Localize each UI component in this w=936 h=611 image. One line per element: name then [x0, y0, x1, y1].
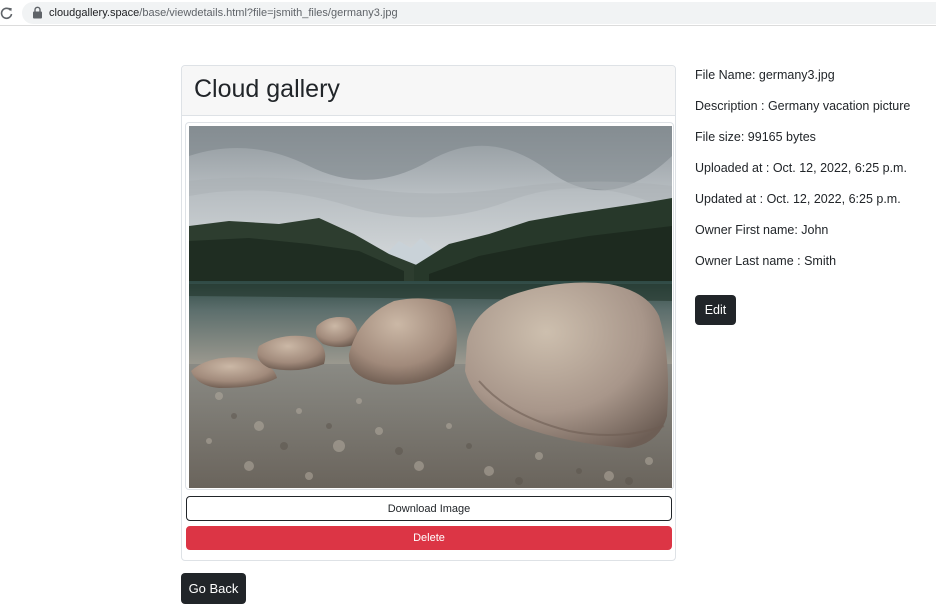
url-field[interactable]: cloudgallery.space/base/viewdetails.html…: [22, 2, 936, 24]
image-card: Cloud gallery Download Image Delete: [181, 65, 676, 561]
owner-first-name-text: Owner First name: John: [695, 223, 829, 237]
edit-button[interactable]: Edit: [695, 295, 736, 325]
reload-icon[interactable]: [0, 4, 14, 22]
card-header: Cloud gallery: [182, 66, 675, 116]
file-size-text: File size: 99165 bytes: [695, 130, 816, 144]
file-name-text: File Name: germany3.jpg: [695, 68, 835, 82]
description-text: Description : Germany vacation picture: [695, 99, 911, 113]
gallery-photo: [189, 126, 672, 488]
owner-last-name-text: Owner Last name : Smith: [695, 254, 837, 268]
page-title: Cloud gallery: [194, 75, 340, 103]
go-back-button[interactable]: Go Back: [181, 573, 246, 604]
lock-icon: [33, 6, 42, 19]
updated-at-text: Updated at : Oct. 12, 2022, 6:25 p.m.: [695, 192, 901, 206]
download-image-button[interactable]: Download Image: [186, 496, 672, 521]
uploaded-at-text: Uploaded at : Oct. 12, 2022, 6:25 p.m.: [695, 161, 907, 175]
delete-button[interactable]: Delete: [186, 526, 672, 550]
url-path: /base/viewdetails.html?file=jsmith_files…: [139, 7, 398, 19]
image-thumbnail-frame: [185, 122, 674, 490]
url-text: cloudgallery.space/base/viewdetails.html…: [49, 6, 398, 20]
browser-address-bar: cloudgallery.space/base/viewdetails.html…: [0, 0, 936, 26]
url-host: cloudgallery.space: [49, 7, 140, 19]
